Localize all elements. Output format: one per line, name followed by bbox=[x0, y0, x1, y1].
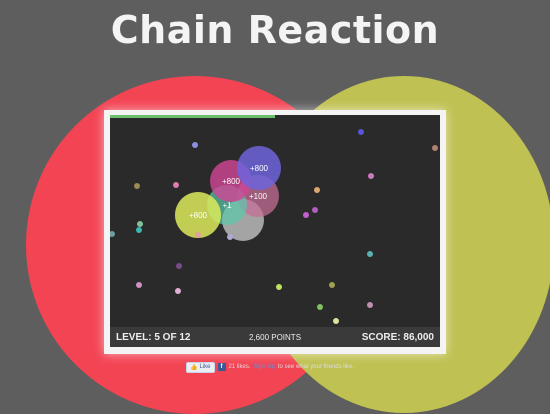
explosion-points-label: +800 bbox=[221, 176, 241, 186]
facebook-icon: f bbox=[217, 363, 226, 371]
social-bar: 👍 Like f 21 likes. Sign Up to see what y… bbox=[186, 361, 354, 373]
signup-link[interactable]: Sign Up bbox=[254, 364, 275, 370]
game-ball bbox=[176, 263, 182, 269]
thumbs-up-icon: 👍 bbox=[190, 364, 198, 371]
explosion-points-label: +100 bbox=[248, 191, 268, 201]
game-ball bbox=[367, 302, 373, 308]
game-ball bbox=[192, 142, 198, 148]
game-canvas[interactable]: +100 +1 +800 +800 +800 LEVEL: 5 OF 12 2,600 … bbox=[110, 115, 440, 347]
game-ball bbox=[368, 173, 374, 179]
points-readout: 2,600 POINTS bbox=[249, 333, 302, 342]
game-ball bbox=[134, 183, 140, 189]
level-progress-bar bbox=[110, 115, 275, 118]
likes-count: 21 likes. bbox=[228, 364, 251, 370]
status-bar: LEVEL: 5 OF 12 2,600 POINTS SCORE: 86,00… bbox=[110, 327, 440, 347]
game-ball bbox=[317, 304, 323, 310]
game-ball bbox=[358, 129, 364, 135]
game-ball bbox=[367, 251, 373, 257]
game-ball bbox=[303, 212, 309, 218]
game-ball bbox=[136, 227, 142, 233]
social-suffix: to see what your friends like. bbox=[277, 364, 354, 370]
game-ball bbox=[195, 232, 201, 238]
like-button[interactable]: 👍 Like bbox=[186, 361, 215, 373]
game-ball bbox=[136, 282, 142, 288]
game-ball bbox=[175, 288, 181, 294]
game-ball bbox=[312, 207, 318, 213]
game-ball bbox=[276, 284, 282, 290]
score-readout: SCORE: 86,000 bbox=[361, 332, 434, 343]
game-ball bbox=[432, 145, 438, 151]
level-indicator: LEVEL: 5 OF 12 bbox=[116, 332, 191, 343]
like-button-label: Like bbox=[199, 364, 211, 370]
game-ball bbox=[110, 231, 115, 237]
explosion-points-label: +800 bbox=[188, 210, 208, 220]
explosion-points-label: +800 bbox=[249, 163, 269, 173]
game-ball bbox=[227, 234, 233, 240]
game-ball bbox=[314, 187, 320, 193]
explosion-circle: +800 bbox=[237, 146, 281, 190]
game-ball bbox=[173, 182, 179, 188]
game-title: Chain Reaction bbox=[110, 8, 440, 52]
game-ball bbox=[329, 282, 335, 288]
game-ball bbox=[333, 318, 339, 324]
